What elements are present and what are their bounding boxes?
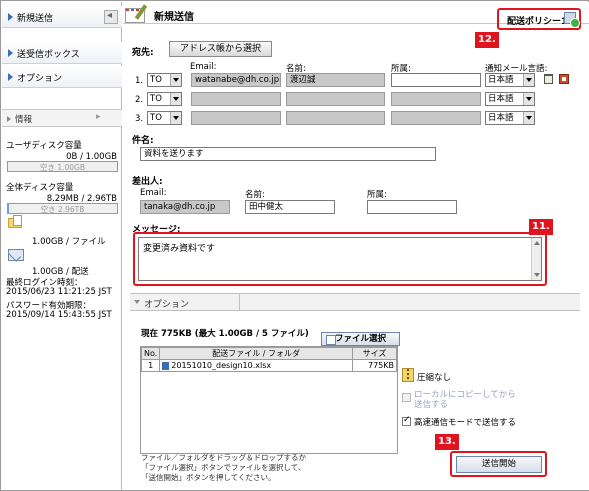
trash-icon[interactable] bbox=[544, 74, 553, 84]
file-icon bbox=[8, 215, 24, 229]
message-text: 変更済み資料です bbox=[143, 244, 216, 254]
message-textarea[interactable]: 変更済み資料です bbox=[138, 237, 542, 281]
local-copy-label: ローカルにコピーしてから送信する bbox=[414, 390, 516, 410]
attachment-summary: 現在 775KB (最大 1.00GB / 5 ファイル) bbox=[141, 329, 309, 339]
chevron-down-icon bbox=[170, 93, 181, 105]
nav-item-options[interactable]: オプション bbox=[2, 66, 122, 88]
fast-mode-checkbox[interactable] bbox=[402, 415, 411, 426]
chevron-down-icon bbox=[170, 74, 181, 86]
file-table: No. 配送ファイル / フォルダ サイズ 1 20151010_design1… bbox=[140, 347, 397, 372]
sender-label: 差出人: bbox=[132, 177, 163, 187]
recipient-name-field[interactable] bbox=[286, 92, 385, 106]
recipient-name-field[interactable] bbox=[286, 111, 385, 125]
fast-mode-label: 高速通信モードで送信する bbox=[414, 418, 517, 428]
compression-setting[interactable]: 圧縮なし bbox=[417, 371, 451, 383]
chevron-down-icon bbox=[523, 112, 534, 124]
subject-field[interactable]: 資料を送ります bbox=[140, 147, 436, 161]
options-bar: オプション bbox=[130, 293, 580, 311]
nav-item-box[interactable]: 送受信ボックス bbox=[2, 42, 122, 64]
send-button[interactable]: 送信開始 bbox=[456, 456, 542, 473]
row-number: 2. bbox=[135, 95, 144, 105]
recipient-type-select[interactable]: TO bbox=[147, 92, 182, 106]
nav-arrow-icon bbox=[8, 13, 13, 21]
expand-arrow-icon bbox=[7, 116, 11, 122]
callout-badge-13: 13. bbox=[435, 434, 459, 450]
chevron-down-icon bbox=[523, 93, 534, 105]
col-size-header: サイズ bbox=[352, 347, 397, 360]
file-select-button[interactable]: ファイル選択 bbox=[321, 332, 400, 346]
compose-icon bbox=[125, 4, 149, 26]
message-scrollbar[interactable] bbox=[531, 238, 541, 280]
col-no-header: No. bbox=[140, 347, 161, 360]
recipient-affiliation-field[interactable] bbox=[391, 111, 481, 125]
table-row[interactable]: 1 20151010_design10.xlsx 775KB bbox=[140, 359, 397, 372]
local-copy-checkbox bbox=[402, 393, 411, 402]
app-window: 新規送信 送受信ボックス オプション 情報 ▸ ユーザディスク容量 0B / 1… bbox=[0, 0, 589, 491]
address-book-button[interactable]: アドレス帳から選択 bbox=[169, 41, 272, 57]
sender-email-label: Email: bbox=[140, 188, 167, 198]
help-text: ファイル／フォルダをドラッグ＆ドロップするか 「ファイル選択」ボタンでファイルを… bbox=[141, 453, 306, 482]
options-tab-label: オプション bbox=[144, 300, 190, 310]
nav-item-new-send[interactable]: 新規送信 bbox=[2, 6, 122, 28]
chevron-down-icon bbox=[170, 112, 181, 124]
mail-icon bbox=[8, 249, 24, 261]
collapse-sidebar-icon[interactable] bbox=[104, 10, 118, 24]
main-panel: 新規送信 配送ポリシー1 12. 宛先: アドレス帳から選択 Email: 名前… bbox=[123, 2, 589, 490]
col-file-header: 配送ファイル / フォルダ bbox=[159, 347, 353, 360]
total-disk-free: 空き 2.96TB bbox=[40, 205, 85, 214]
total-disk-gauge: 空き 2.96TB bbox=[7, 203, 118, 214]
notify-lang-select[interactable]: 日本語 bbox=[485, 73, 535, 87]
recipient-affiliation-field[interactable] bbox=[391, 92, 481, 106]
policy-icon[interactable] bbox=[564, 12, 580, 28]
sender-email-field: tanaka@dh.co.jp bbox=[140, 200, 230, 214]
file-no: 1 bbox=[140, 359, 161, 372]
pw-expiry-value: 2015/09/14 15:43:55 JST bbox=[6, 310, 112, 320]
recipient-type-select[interactable]: TO bbox=[147, 111, 182, 125]
callout-badge-12: 12. bbox=[475, 32, 499, 48]
col-email-header: Email: bbox=[190, 62, 217, 72]
row-number: 3. bbox=[135, 114, 144, 124]
nav-arrow-icon bbox=[8, 49, 13, 57]
sidebar: 新規送信 送受信ボックス オプション 情報 ▸ ユーザディスク容量 0B / 1… bbox=[2, 2, 122, 490]
user-disk-label: ユーザディスク容量 bbox=[6, 141, 82, 151]
zip-icon[interactable] bbox=[402, 368, 414, 382]
recipient-affiliation-field[interactable] bbox=[391, 73, 481, 87]
sender-name-label: 名前: bbox=[245, 190, 265, 200]
address-book-icon[interactable] bbox=[559, 74, 569, 84]
xlsx-file-icon bbox=[162, 361, 170, 370]
recipient-email-field[interactable]: watanabe@dh.co.jp bbox=[191, 73, 281, 87]
file-size: 775KB bbox=[352, 359, 397, 372]
nav-item-label: 送受信ボックス bbox=[17, 50, 80, 60]
nav-item-label: オプション bbox=[17, 74, 63, 84]
last-login-value: 2015/06/23 11:21:25 JST bbox=[6, 287, 112, 297]
chevron-down-icon bbox=[523, 74, 534, 86]
recipient-type-select[interactable]: TO bbox=[147, 73, 182, 87]
recipient-email-field[interactable] bbox=[191, 111, 281, 125]
user-disk-gauge: 空き 1.00GB bbox=[7, 161, 118, 172]
delivery-policy[interactable]: 配送ポリシー1 bbox=[507, 14, 567, 27]
notify-lang-select[interactable]: 日本語 bbox=[485, 92, 535, 106]
notify-lang-select[interactable]: 日本語 bbox=[485, 111, 535, 125]
info-title: 情報 bbox=[15, 115, 33, 125]
row-number: 1. bbox=[135, 76, 144, 86]
user-disk-free: 空き 1.00GB bbox=[39, 163, 86, 172]
info-collapse-icon[interactable]: ▸ bbox=[96, 112, 101, 122]
info-section-header[interactable]: 情報 ▸ bbox=[2, 109, 122, 127]
nav-item-label: 新規送信 bbox=[17, 14, 54, 24]
tab-options[interactable]: オプション bbox=[130, 294, 240, 311]
recipient-name-field[interactable]: 渡辺誠 bbox=[286, 73, 385, 87]
callout-badge-11: 11. bbox=[529, 219, 553, 235]
nav-arrow-icon bbox=[8, 73, 13, 81]
sender-name-field[interactable]: 田中健太 bbox=[245, 200, 335, 214]
total-disk-label: 全体ディスク容量 bbox=[6, 183, 74, 193]
file-name: 20151010_design10.xlsx bbox=[159, 359, 353, 372]
recipients-label: 宛先: bbox=[132, 48, 154, 58]
page-title: 新規送信 bbox=[154, 12, 194, 23]
per-file-limit: 1.00GB / ファイル bbox=[32, 237, 106, 247]
expand-arrow-icon bbox=[134, 300, 140, 304]
sender-affiliation-label: 所属: bbox=[367, 190, 387, 200]
recipient-email-field[interactable] bbox=[191, 92, 281, 106]
subject-label: 件名: bbox=[132, 136, 154, 146]
sender-affiliation-field[interactable] bbox=[367, 200, 457, 214]
